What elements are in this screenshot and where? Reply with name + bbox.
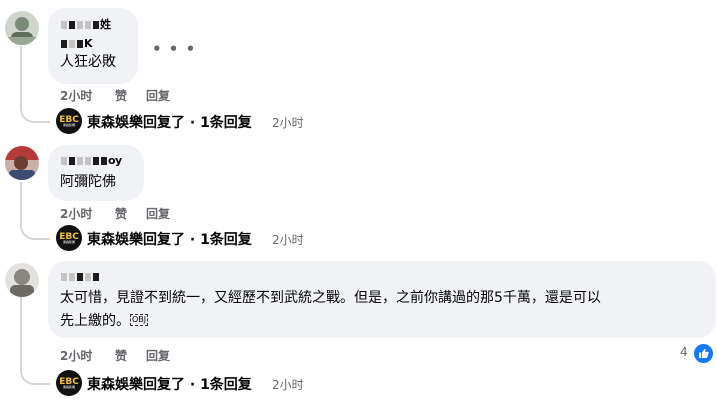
comment-author[interactable]: oy: [60, 154, 122, 167]
reply-button[interactable]: 回复: [146, 347, 170, 364]
page-reply-time: 2小时: [272, 378, 304, 392]
like-button[interactable]: 赞: [115, 87, 127, 104]
like-button[interactable]: 赞: [115, 205, 127, 222]
page-reply-time: 2小时: [272, 233, 304, 247]
page-reply-link[interactable]: 東森娛樂回复了 · 1条回复: [87, 112, 252, 132]
comment-text: 阿彌陀佛: [60, 174, 116, 190]
page-reply-link[interactable]: 東森娛樂回复了 · 1条回复: [87, 229, 252, 249]
thread-line: [20, 46, 50, 123]
page-logo[interactable]: EBC 東森新聞: [56, 370, 82, 396]
reaction-count: 4: [680, 345, 688, 359]
like-button[interactable]: 赞: [115, 347, 127, 364]
page-reply-link[interactable]: 東森娛樂回复了 · 1条回复: [87, 374, 252, 394]
comment-bubble: oy 阿彌陀佛: [48, 145, 144, 201]
comment-author[interactable]: 姓: [60, 16, 111, 32]
comment-bubble: 姓 K 人狂必敗: [48, 8, 138, 84]
reply-button[interactable]: 回复: [146, 205, 170, 222]
commenter-avatar[interactable]: [5, 263, 39, 297]
thread-line: [20, 297, 50, 385]
comment-text: 太可惜，見證不到統一，又經歷不到武統之戰。但是，之前你講過的那5千萬，還是可以 …: [60, 290, 601, 329]
comment-text: 人狂必敗: [60, 54, 116, 70]
commenter-avatar[interactable]: [5, 11, 39, 45]
comment-time[interactable]: 2小时: [60, 347, 92, 364]
comment-author[interactable]: [60, 270, 100, 283]
more-options-icon[interactable]: • • •: [152, 40, 196, 58]
page-logo[interactable]: EBC 東森新聞: [56, 225, 82, 251]
comment-time[interactable]: 2小时: [60, 87, 92, 104]
page-logo[interactable]: EBC 東森新聞: [56, 108, 82, 134]
thumbs-up-icon: [693, 343, 714, 364]
reply-button[interactable]: 回复: [146, 87, 170, 104]
commenter-avatar[interactable]: [5, 146, 39, 180]
page-reply-time: 2小时: [272, 116, 304, 130]
comment-author-line2: K: [60, 37, 93, 50]
object-placeholder-icon: OBJ: [130, 314, 149, 326]
comment-bubble: 太可惜，見證不到統一，又經歷不到武統之戰。但是，之前你講過的那5千萬，還是可以 …: [48, 261, 716, 338]
comment-time[interactable]: 2小时: [60, 205, 92, 222]
thread-line: [20, 182, 50, 240]
